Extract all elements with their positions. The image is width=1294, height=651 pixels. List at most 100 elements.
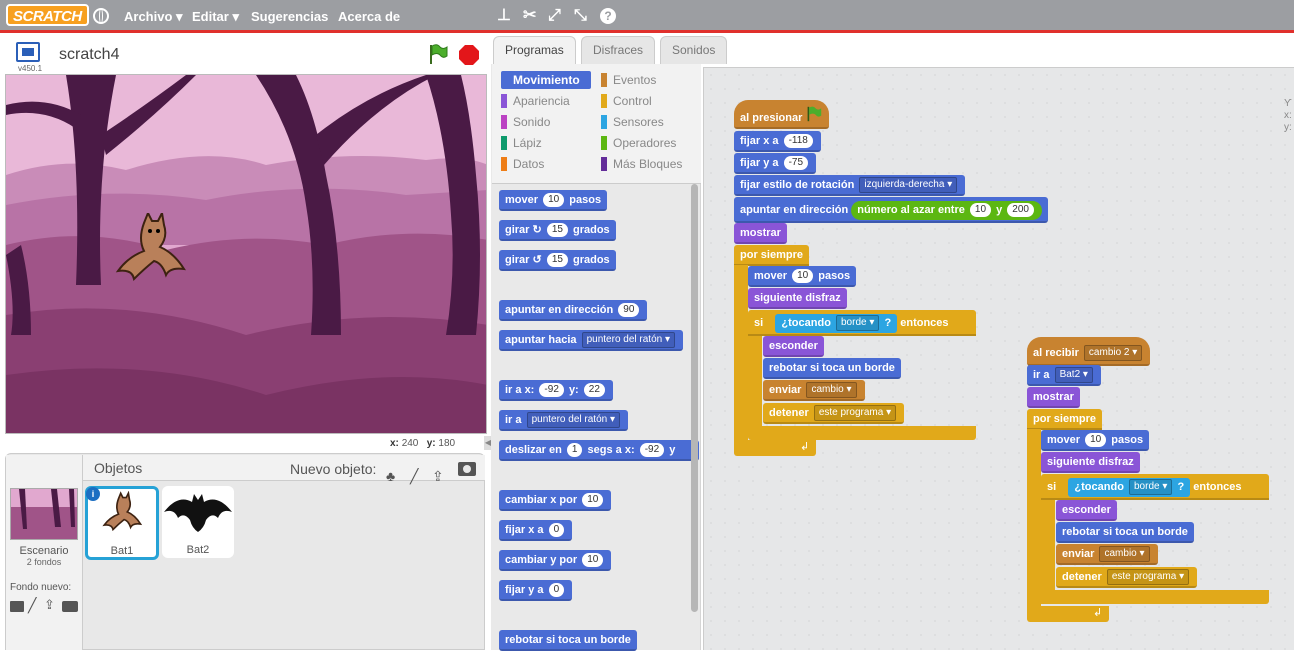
category-sonido[interactable]: Sonido [501,113,550,131]
block-cambiar-y[interactable]: cambiar y por 10 [499,550,612,571]
block-tocando[interactable]: ¿tocando borde ? [1068,477,1191,497]
stop-icon[interactable] [458,44,480,66]
scratch-logo[interactable]: SCRATCH [6,4,89,26]
bat1-sprite[interactable] [114,209,194,285]
grow-icon[interactable]: ⤢ [548,7,561,25]
menu-archivo[interactable]: Archivo ▾ [124,9,183,25]
block-mover[interactable]: mover 10 pasos [499,190,608,211]
block-al-presionar[interactable]: al presionar [734,100,830,130]
if-arm [748,336,762,436]
block-ir-a[interactable]: ir a puntero del ratón [499,410,629,431]
block-mover[interactable]: mover 10 pasos [1041,430,1150,451]
block-apuntar-direccion[interactable]: apuntar en dirección número al azar entr… [734,197,1048,223]
upload-sprite-icon[interactable]: ⇪ [432,468,444,485]
block-siguiente-disfraz[interactable]: siguiente disfraz [748,288,847,309]
category-apariencia[interactable]: Apariencia [501,92,570,110]
block-si[interactable]: si ¿tocando borde ? entonces [1041,474,1269,500]
menu-editar[interactable]: Editar ▾ [192,9,239,25]
tab-disfraces[interactable]: Disfraces [581,36,656,64]
block-siguiente-disfraz[interactable]: siguiente disfraz [1041,452,1140,473]
upload-backdrop-icon[interactable]: ⇪ [44,597,55,613]
sprite-name: Bat1 [110,545,134,557]
block-mostrar[interactable]: mostrar [1027,387,1080,408]
project-title[interactable]: scratch4 [59,46,119,64]
if-arm [1041,500,1055,604]
block-mostrar[interactable]: mostrar [734,223,787,244]
block-estilo-rotacion[interactable]: fijar estilo de rotación izquierda-derec… [734,175,966,196]
forever-arm [734,265,748,445]
block-fijar-x[interactable]: fijar x a -118 [734,131,821,152]
sprites-header [83,455,485,481]
menu-acerca-de[interactable]: Acerca de [338,9,400,24]
block-enviar[interactable]: enviar cambio [1056,544,1158,565]
version-label: v450.1 [18,64,43,73]
block-girar-izquierda[interactable]: girar ↺ 15 grados [499,250,616,271]
block-esconder[interactable]: esconder [1056,500,1117,521]
mouse-coordinates: x: 240 y: 180 [390,438,456,449]
if-foot [748,426,976,440]
menu-sugerencias[interactable]: Sugerencias [251,9,328,24]
globe-icon[interactable] [93,8,109,24]
block-rebotar[interactable]: rebotar si toca un borde [763,358,901,379]
category-operadores[interactable]: Operadores [601,134,676,152]
block-fijar-x[interactable]: fijar x a 0 [499,520,573,541]
new-backdrop-label: Fondo nuevo: [10,582,72,593]
block-si[interactable]: si ¿tocando borde ? entonces [748,310,976,336]
paint-sprite-icon[interactable]: ╱ [410,468,418,485]
block-ir-a[interactable]: ir a Bat2 [1027,365,1101,386]
block-deslizar[interactable]: deslizar en 1 segs a x: -92 y [499,440,699,461]
block-apuntar-hacia[interactable]: apuntar hacia puntero del ratón [499,330,684,351]
block-apuntar-direccion[interactable]: apuntar en dirección 90 [499,300,648,321]
sprite-info-icon[interactable]: i [86,487,100,501]
fullscreen-icon[interactable] [16,42,40,62]
shrink-icon[interactable]: ⤡ [574,7,587,25]
block-esconder[interactable]: esconder [763,336,824,357]
block-por-siempre[interactable]: por siempre [734,245,809,266]
brush-backdrop-icon[interactable]: ╱ [28,597,36,614]
block-fijar-y[interactable]: fijar y a -75 [734,153,817,174]
green-flag-icon[interactable] [427,43,449,65]
camera-backdrop-icon[interactable] [62,601,78,612]
tab-programas[interactable]: Programas [493,36,576,65]
block-numero-azar[interactable]: número al azar entre 10 y 200 [851,200,1042,220]
block-tocando[interactable]: ¿tocando borde ? [775,313,898,333]
block-al-recibir[interactable]: al recibir cambio 2 [1027,337,1151,366]
forever-foot: ↲ [734,440,816,456]
duplicate-stamp-icon[interactable]: ⊥ [497,7,511,25]
palette-scrollbar[interactable] [691,184,698,612]
new-sprite-label: Nuevo objeto: [290,461,377,477]
block-enviar[interactable]: enviar cambio [763,380,865,401]
help-icon[interactable]: ? [600,8,616,24]
green-flag-icon [805,106,823,130]
camera-sprite-icon[interactable] [458,462,476,476]
stage-canvas[interactable] [5,74,487,434]
rotate-left-icon: ↺ [532,254,542,266]
stage-thumbnail[interactable] [10,488,78,540]
block-rebotar[interactable]: rebotar si toca un borde [1056,522,1194,543]
block-por-siempre[interactable]: por siempre [1027,409,1102,430]
tab-sonidos[interactable]: Sonidos [660,36,728,64]
block-girar-derecha[interactable]: girar ↻ 15 grados [499,220,616,241]
sprite-name: Bat2 [186,544,210,556]
category-control[interactable]: Control [601,92,652,110]
category-movimiento[interactable]: Movimiento [501,71,591,89]
block-detener[interactable]: detener este programa [1056,567,1198,588]
sprite-library-icon[interactable]: ♣ [386,468,395,484]
delete-scissors-icon[interactable]: ✂ [523,7,536,25]
block-cambiar-x[interactable]: cambiar x por 10 [499,490,612,511]
category-eventos[interactable]: Eventos [601,71,656,89]
block-detener[interactable]: detener este programa [763,403,905,424]
category-datos[interactable]: Datos [501,155,544,173]
stage-label: Escenario [19,545,69,557]
sprite-tile-bat2[interactable]: Bat2 [162,486,234,558]
block-fijar-y[interactable]: fijar y a 0 [499,580,573,601]
category-mas-bloques[interactable]: Más Bloques [601,155,682,173]
block-rebotar[interactable]: rebotar si toca un borde [499,630,637,651]
category-lapiz[interactable]: Lápiz [501,134,542,152]
paint-backdrop-icon[interactable] [10,601,24,612]
block-mover[interactable]: mover 10 pasos [748,266,857,287]
sprite-corner-thumbnail: ϒx: y: [1284,98,1292,133]
category-sensores[interactable]: Sensores [601,113,664,131]
sprite-tile-bat1[interactable]: i Bat1 [85,486,159,560]
block-ir-a-xy[interactable]: ir a x: -92 y: 22 [499,380,613,401]
